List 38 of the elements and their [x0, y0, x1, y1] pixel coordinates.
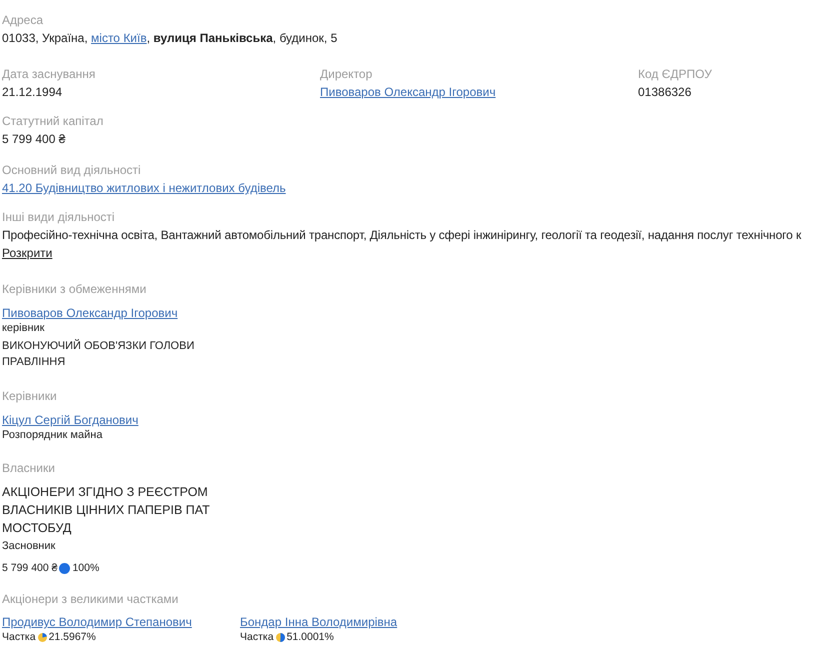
- field-label: Адреса: [2, 12, 44, 29]
- expand-link[interactable]: Розкрити: [2, 244, 52, 262]
- activity-link[interactable]: 41.20 Будівництво житлових і нежитлових будівель: [2, 179, 286, 197]
- position-text: ВИКОНУЮЧИЙ ОБОВ'ЯЗКИ ГОЛОВИ ПРАВЛІННЯ: [2, 338, 196, 370]
- field-label: Інші види діяльності: [2, 209, 116, 226]
- person-link[interactable]: Кіцул Сергій Богданович: [2, 411, 138, 429]
- director-link[interactable]: Пивоваров Олександр Ігорович: [320, 83, 496, 101]
- field-value: Професійно-технічна освіта, Вантажний автомобільний транспорт, Діяльність у сфері інжинірингу, геології та геодезії, надання послуг технічного к: [2, 227, 802, 244]
- section-title: Керівники: [2, 388, 58, 405]
- role-text: керівник: [2, 322, 46, 335]
- section-title: Власники: [2, 460, 56, 477]
- share-text: 51.0001%: [286, 631, 334, 643]
- share-text: 21.5967%: [48, 631, 96, 643]
- shareholder-link[interactable]: Бондар Інна Володимирівна: [240, 614, 398, 630]
- field-label: Дата заснування: [2, 66, 96, 83]
- shareholder-link[interactable]: Продивус Володимир Степанович: [2, 614, 192, 630]
- field-label: Статутний капітал: [2, 113, 104, 130]
- role-text: Розпорядник майна: [2, 429, 104, 442]
- section-title: Керівники з обмеженнями: [2, 281, 148, 298]
- person-link[interactable]: Пивоваров Олександр Ігорович: [2, 304, 178, 322]
- field-label: Основний вид діяльності: [2, 162, 142, 179]
- share-pie-icon: [59, 562, 70, 574]
- share-pie-icon: [38, 632, 47, 642]
- section-title: Акціонери з великими частками: [2, 591, 180, 608]
- city-link[interactable]: місто Київ: [91, 31, 147, 45]
- field-value: 5 799 400 ₴: [2, 131, 66, 148]
- field-value: 01386326: [638, 84, 692, 101]
- amount-text: 5 799 400 ₴: [2, 562, 58, 574]
- share-label: Частка: [240, 631, 274, 643]
- share-text: 100%: [72, 562, 100, 574]
- share-label: Частка: [2, 631, 36, 643]
- field-label: Директор: [320, 66, 374, 83]
- owner-name: АКЦІОНЕРИ ЗГІДНО З РЕЄСТРОМ ВЛАСНИКІВ ЦІННИХ ПАПЕРІВ ПАТ МОСТОБУД: [2, 484, 211, 537]
- share-pie-icon: [276, 632, 285, 642]
- field-value: 21.12.1994: [2, 84, 64, 101]
- field-label: Код ЄДРПОУ: [638, 66, 713, 83]
- role-text: Засновник: [2, 540, 56, 553]
- address-text: 01033, Україна, місто Київ, вулиця Паньківська, будинок, 5: [2, 30, 338, 47]
